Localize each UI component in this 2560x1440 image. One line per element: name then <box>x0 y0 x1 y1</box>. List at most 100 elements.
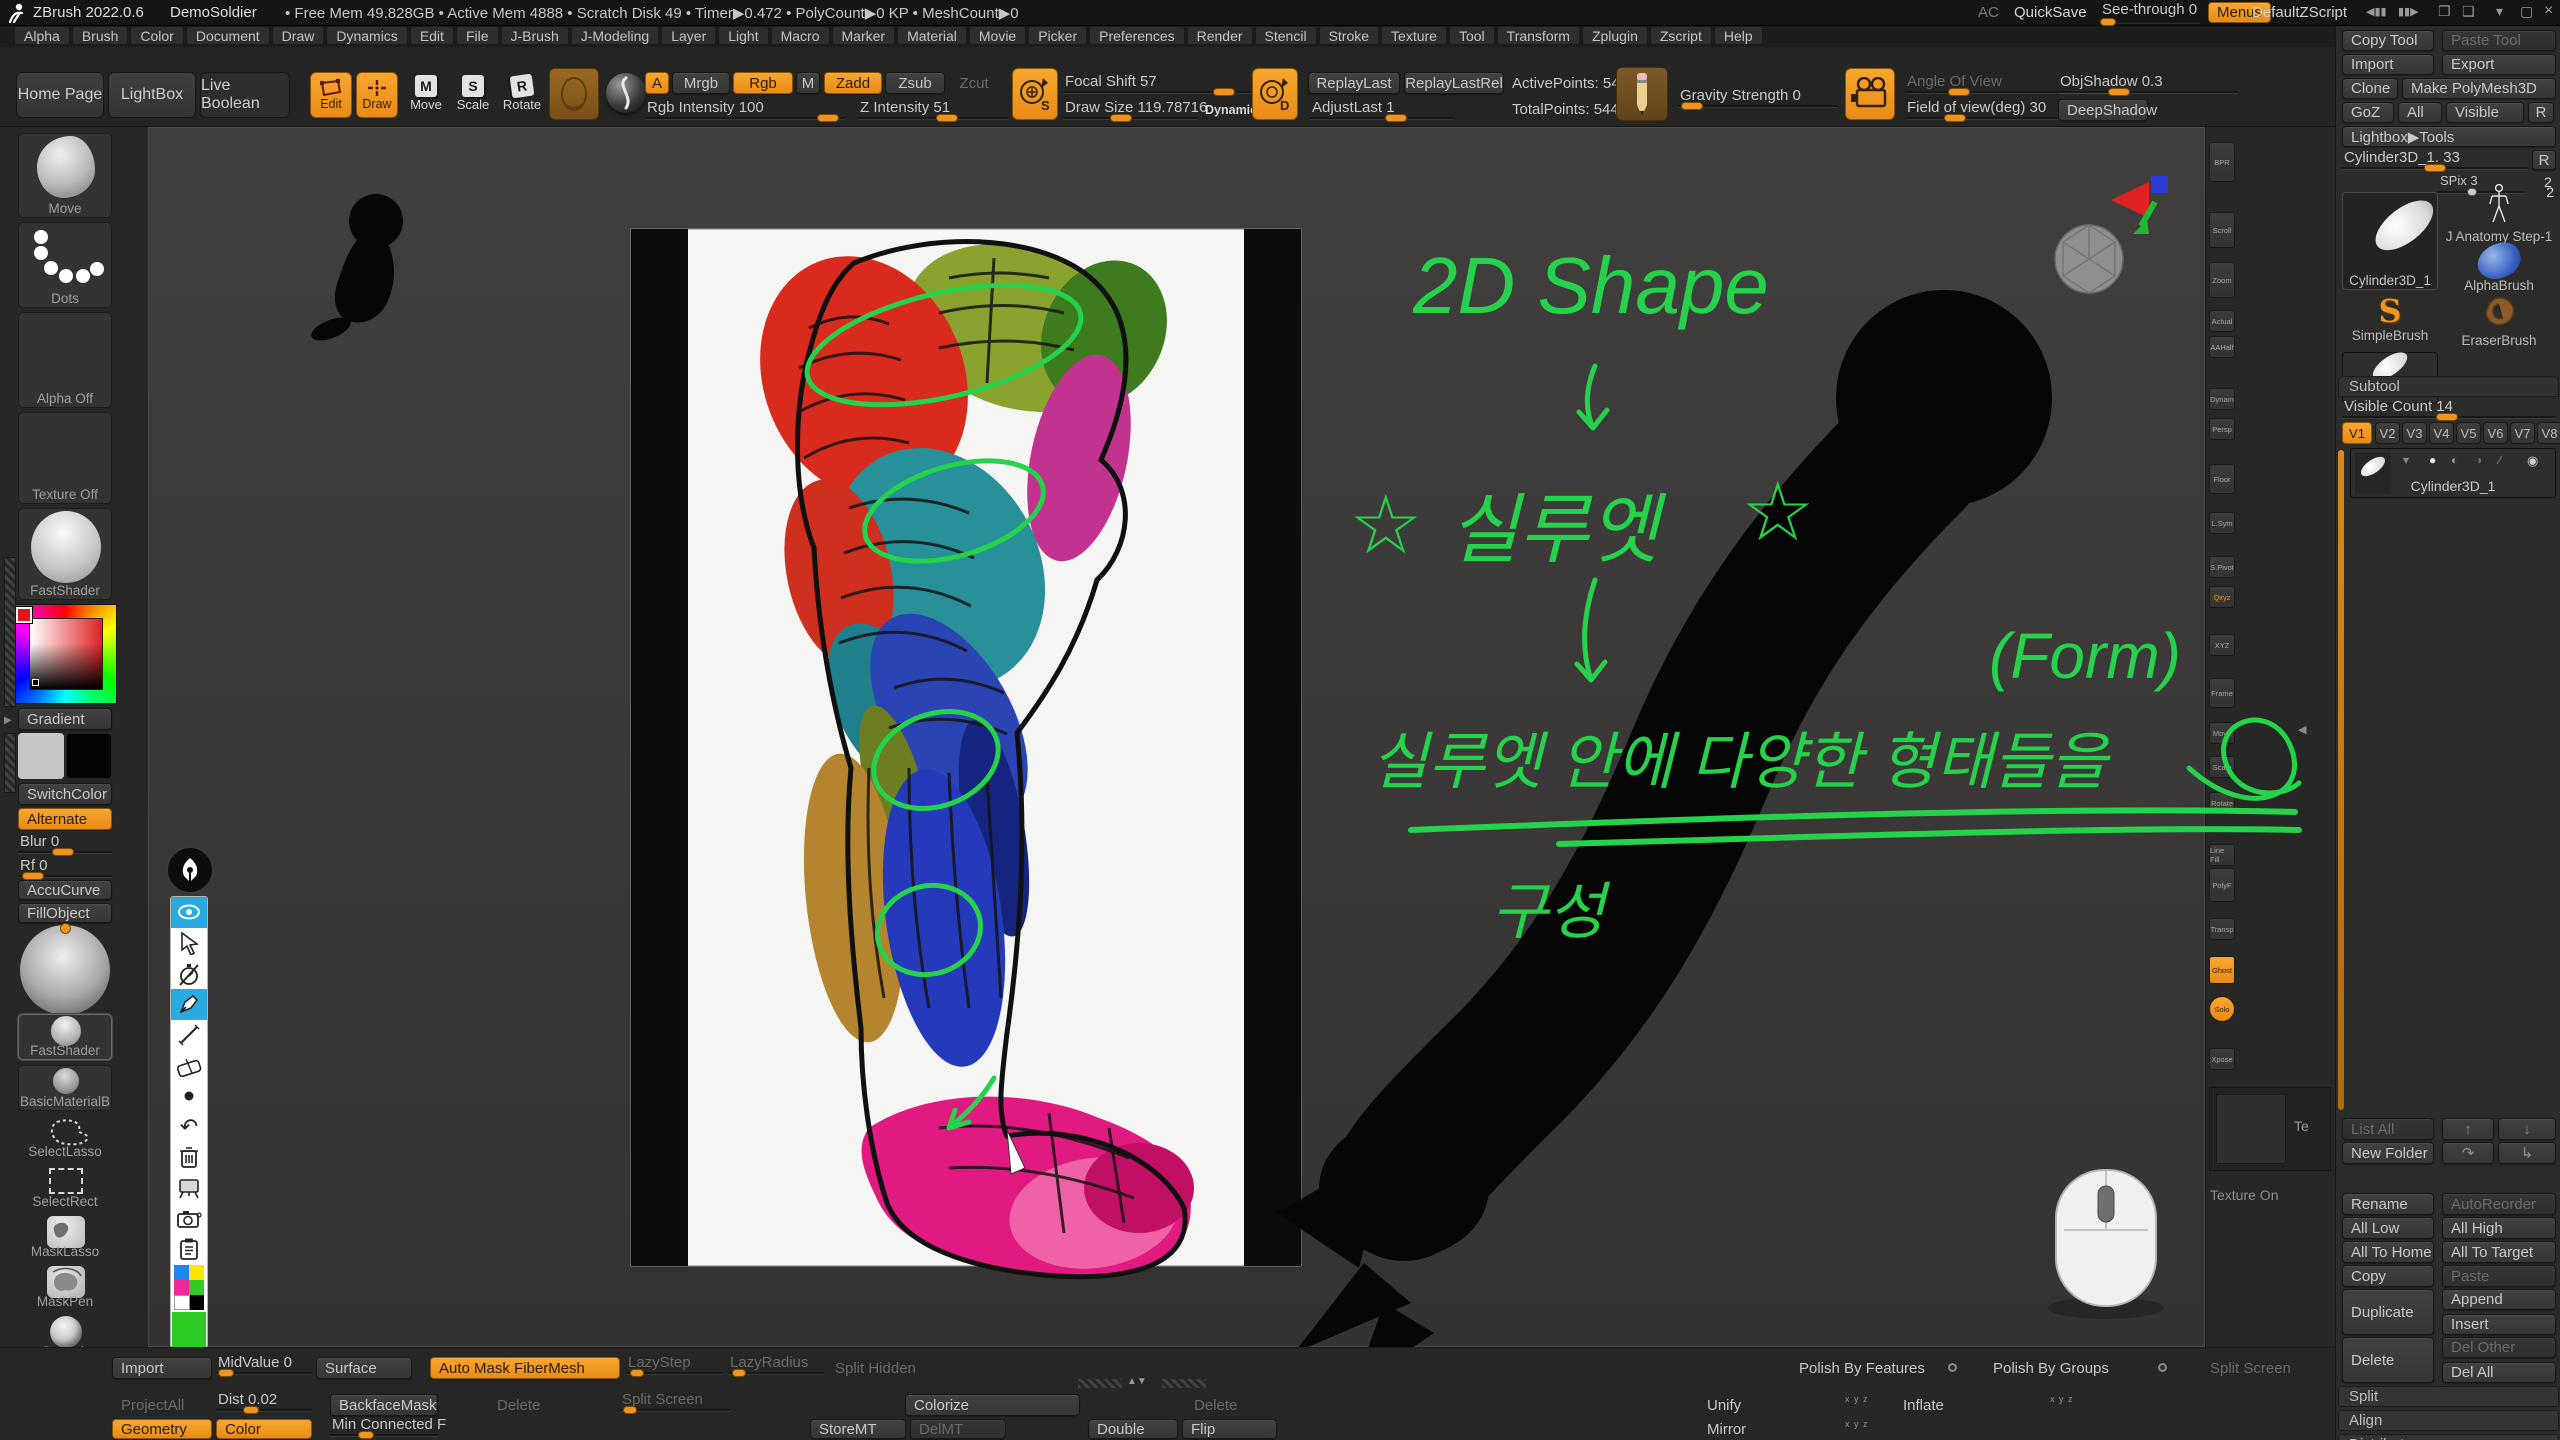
gravity-strength-slider[interactable]: Gravity Strength 0 <box>1678 87 1838 109</box>
z-intensity-slider[interactable]: Z Intensity 51 <box>858 99 1008 121</box>
menu-help[interactable]: Help <box>1714 26 1763 45</box>
subtool-up-button[interactable]: ↑ <box>2442 1118 2494 1140</box>
masklasso-brush[interactable]: MaskLasso <box>18 1215 112 1261</box>
subtool-tab-v2[interactable]: V2 <box>2375 422 2400 444</box>
obj-shadow-slider[interactable]: ObjShadow 0.3 <box>2058 73 2238 95</box>
color-picker[interactable] <box>13 604 117 704</box>
stroke-move-thumb[interactable]: Move <box>18 133 112 218</box>
see-through-slider[interactable]: See-through 0 <box>2100 1 2200 25</box>
bb-color-button[interactable]: Color <box>216 1419 312 1439</box>
bb-split-screen-button[interactable]: Split Screen <box>2201 1357 2305 1379</box>
del-all-button[interactable]: Del All <box>2442 1362 2556 1383</box>
tool-thumb-simplebrush[interactable]: S SimpleBrush <box>2342 296 2438 348</box>
zsub-button[interactable]: Zsub <box>885 72 945 94</box>
subtool-header[interactable]: Subtool <box>2338 376 2559 397</box>
dock-right-icon[interactable]: ▮▮▶ <box>2398 5 2419 18</box>
color-sv-square[interactable] <box>29 618 103 690</box>
menu-draw[interactable]: Draw <box>272 26 325 45</box>
bb-colorize-button[interactable]: Colorize <box>905 1394 1080 1416</box>
annotation-cursor-button[interactable] <box>171 928 207 959</box>
blur-slider[interactable]: Blur 0 <box>18 833 112 855</box>
menu-marker[interactable]: Marker <box>832 26 896 45</box>
split-section[interactable]: Split <box>2338 1386 2559 1407</box>
lightbox-button[interactable]: LightBox <box>108 72 196 118</box>
left-scroll-strip[interactable] <box>4 557 16 707</box>
current-tool-slider[interactable]: Cylinder3D_1. 33 <box>2342 149 2528 171</box>
annotation-timer-off-button[interactable] <box>171 958 207 989</box>
goz-visible-button[interactable]: Visible <box>2446 102 2524 123</box>
all-high-button[interactable]: All High <box>2442 1217 2556 1239</box>
inflate-xyz-toggles[interactable]: x y z <box>2050 1394 2074 1404</box>
menu-zscript[interactable]: Zscript <box>1650 26 1712 45</box>
insert-button[interactable]: Insert <box>2442 1314 2556 1335</box>
unify-xyz-toggles[interactable]: x y z <box>1845 1394 1869 1404</box>
bb-flip-button[interactable]: Flip <box>1182 1419 1277 1439</box>
menu-brush[interactable]: Brush <box>72 26 129 45</box>
menu-transform[interactable]: Transform <box>1497 26 1580 45</box>
subtool-tab-v1[interactable]: V1 <box>2342 422 2372 444</box>
subtool-tab-v5[interactable]: V5 <box>2456 422 2481 444</box>
menu-document[interactable]: Document <box>186 26 270 45</box>
polish-groups-dot[interactable] <box>2158 1363 2167 1372</box>
goz-all-button[interactable]: All <box>2398 102 2442 123</box>
subtool-scrollbar[interactable] <box>2338 450 2344 1110</box>
selectrect-brush[interactable]: SelectRect <box>18 1165 112 1211</box>
tool-thumb-eraserbrush[interactable]: EraserBrush <box>2442 296 2556 348</box>
zcut-button[interactable]: Zcut <box>948 72 1000 94</box>
edit-mode-button[interactable]: Edit <box>310 72 352 118</box>
new-folder-button[interactable]: New Folder <box>2342 1142 2434 1164</box>
palette-green[interactable] <box>189 1280 204 1295</box>
subtool-tab-v3[interactable]: V3 <box>2402 422 2427 444</box>
draw-size-icon-button[interactable]: S <box>1012 68 1058 120</box>
subtool-paint-icon[interactable]: ● <box>2429 453 2436 467</box>
menu-layer[interactable]: Layer <box>661 26 716 45</box>
canvas-viewport[interactable]: 2D Shape ☆ 실루엣 ☆ (Form) 실루엣 안에 다양한 형태들을 … <box>148 127 2205 1347</box>
subtool-delete-button[interactable]: Delete <box>2342 1337 2434 1383</box>
subtool-halfmoon-icon[interactable]: ◐ <box>2451 453 2458 467</box>
copy-tool-button[interactable]: Copy Tool <box>2342 30 2434 51</box>
bb-divider-arrows[interactable]: ▲▼ <box>1127 1376 1147 1387</box>
rename-button[interactable]: Rename <box>2342 1193 2434 1215</box>
camera-icon-button[interactable] <box>1845 68 1895 120</box>
bb-storemt-button[interactable]: StoreMT <box>810 1419 906 1439</box>
list-all-button[interactable]: List All <box>2342 1118 2434 1140</box>
quicksave-button[interactable]: QuickSave <box>2014 4 2087 21</box>
zadd-button[interactable]: Zadd <box>824 72 882 94</box>
accucurve-button[interactable]: AccuCurve <box>18 880 112 900</box>
subtool-tab-v4[interactable]: V4 <box>2429 422 2454 444</box>
bb-split-screen-slider[interactable]: Split Screen <box>620 1391 730 1413</box>
dock-left-icon[interactable]: ◀▮▮ <box>2366 5 2387 18</box>
bb-delmt-button[interactable]: DelMT <box>910 1419 1006 1439</box>
make-polymesh3d-button[interactable]: Make PolyMesh3D <box>2402 78 2556 99</box>
menu-stroke[interactable]: Stroke <box>1319 26 1379 45</box>
annotation-bw-swatch[interactable] <box>174 1295 204 1310</box>
default-zscript-button[interactable]: DefaultZScript <box>2252 4 2347 21</box>
annotation-clipboard-button[interactable] <box>171 1234 207 1265</box>
focal-shift-slider[interactable]: Focal Shift 57 <box>1063 73 1251 95</box>
draw-mode-button[interactable]: Draw <box>356 72 398 118</box>
home-page-button[interactable]: Home Page <box>16 72 104 118</box>
subtool-eye-icon[interactable]: ◉ <box>2527 453 2538 469</box>
current-material-button[interactable] <box>606 73 646 113</box>
close-icon[interactable]: × <box>2544 2 2553 20</box>
subtool-copy-button[interactable]: Copy <box>2342 1265 2434 1287</box>
all-to-target-button[interactable]: All To Target <box>2442 1241 2556 1263</box>
stroke-dots-thumb[interactable]: Dots <box>18 222 112 308</box>
bb-geometry-button[interactable]: Geometry <box>112 1419 212 1439</box>
lightbox-tools-button[interactable]: Lightbox▶Tools <box>2342 126 2556 147</box>
rgb-intensity-slider[interactable]: Rgb Intensity 100 <box>645 99 845 121</box>
menu-texture[interactable]: Texture <box>1381 26 1447 45</box>
menu-tool[interactable]: Tool <box>1449 26 1495 45</box>
annotation-undo-button[interactable]: ↶ <box>171 1111 207 1142</box>
left-scroll-arrow[interactable]: ▶ <box>4 715 12 726</box>
align-section[interactable]: Align <box>2338 1410 2559 1431</box>
menu-macro[interactable]: Macro <box>771 26 830 45</box>
annotation-palette[interactable] <box>174 1265 204 1295</box>
menu-color[interactable]: Color <box>130 26 183 45</box>
alternate-button[interactable]: Alternate <box>18 808 112 830</box>
menu-stencil[interactable]: Stencil <box>1255 26 1317 45</box>
bb-projectall-button[interactable]: ProjectAll <box>112 1394 212 1416</box>
subtool-contrast-icon[interactable]: ◑ <box>2475 453 2482 467</box>
bb-dist-slider[interactable]: Dist 0.02 <box>216 1391 312 1413</box>
bb-lazyradius-slider[interactable]: LazyRadius <box>728 1354 824 1376</box>
